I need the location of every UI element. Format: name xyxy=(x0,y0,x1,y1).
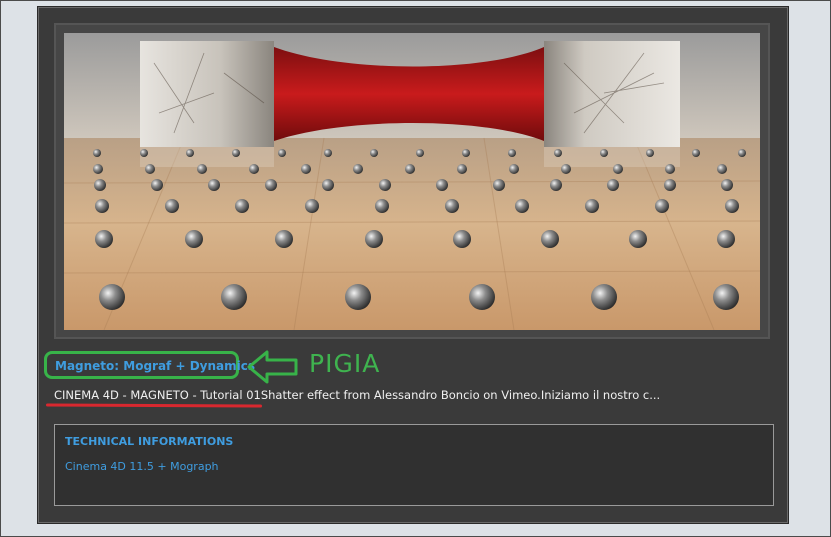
technical-info-link[interactable]: Cinema 4D 11.5 + Mograph xyxy=(65,460,219,473)
video-title-link[interactable]: Magneto: Mograf + Dynamics xyxy=(55,359,255,373)
arrow-left-icon xyxy=(247,350,298,384)
technical-info-heading: TECHNICAL INFORMATIONS xyxy=(65,435,234,448)
annotation-label: PIGIA xyxy=(309,349,381,378)
magnet-render-thumbnail xyxy=(64,33,760,330)
video-thumbnail[interactable] xyxy=(64,33,760,330)
video-description: CINEMA 4D - MAGNETO - Tutorial 01Shatter… xyxy=(54,388,661,402)
